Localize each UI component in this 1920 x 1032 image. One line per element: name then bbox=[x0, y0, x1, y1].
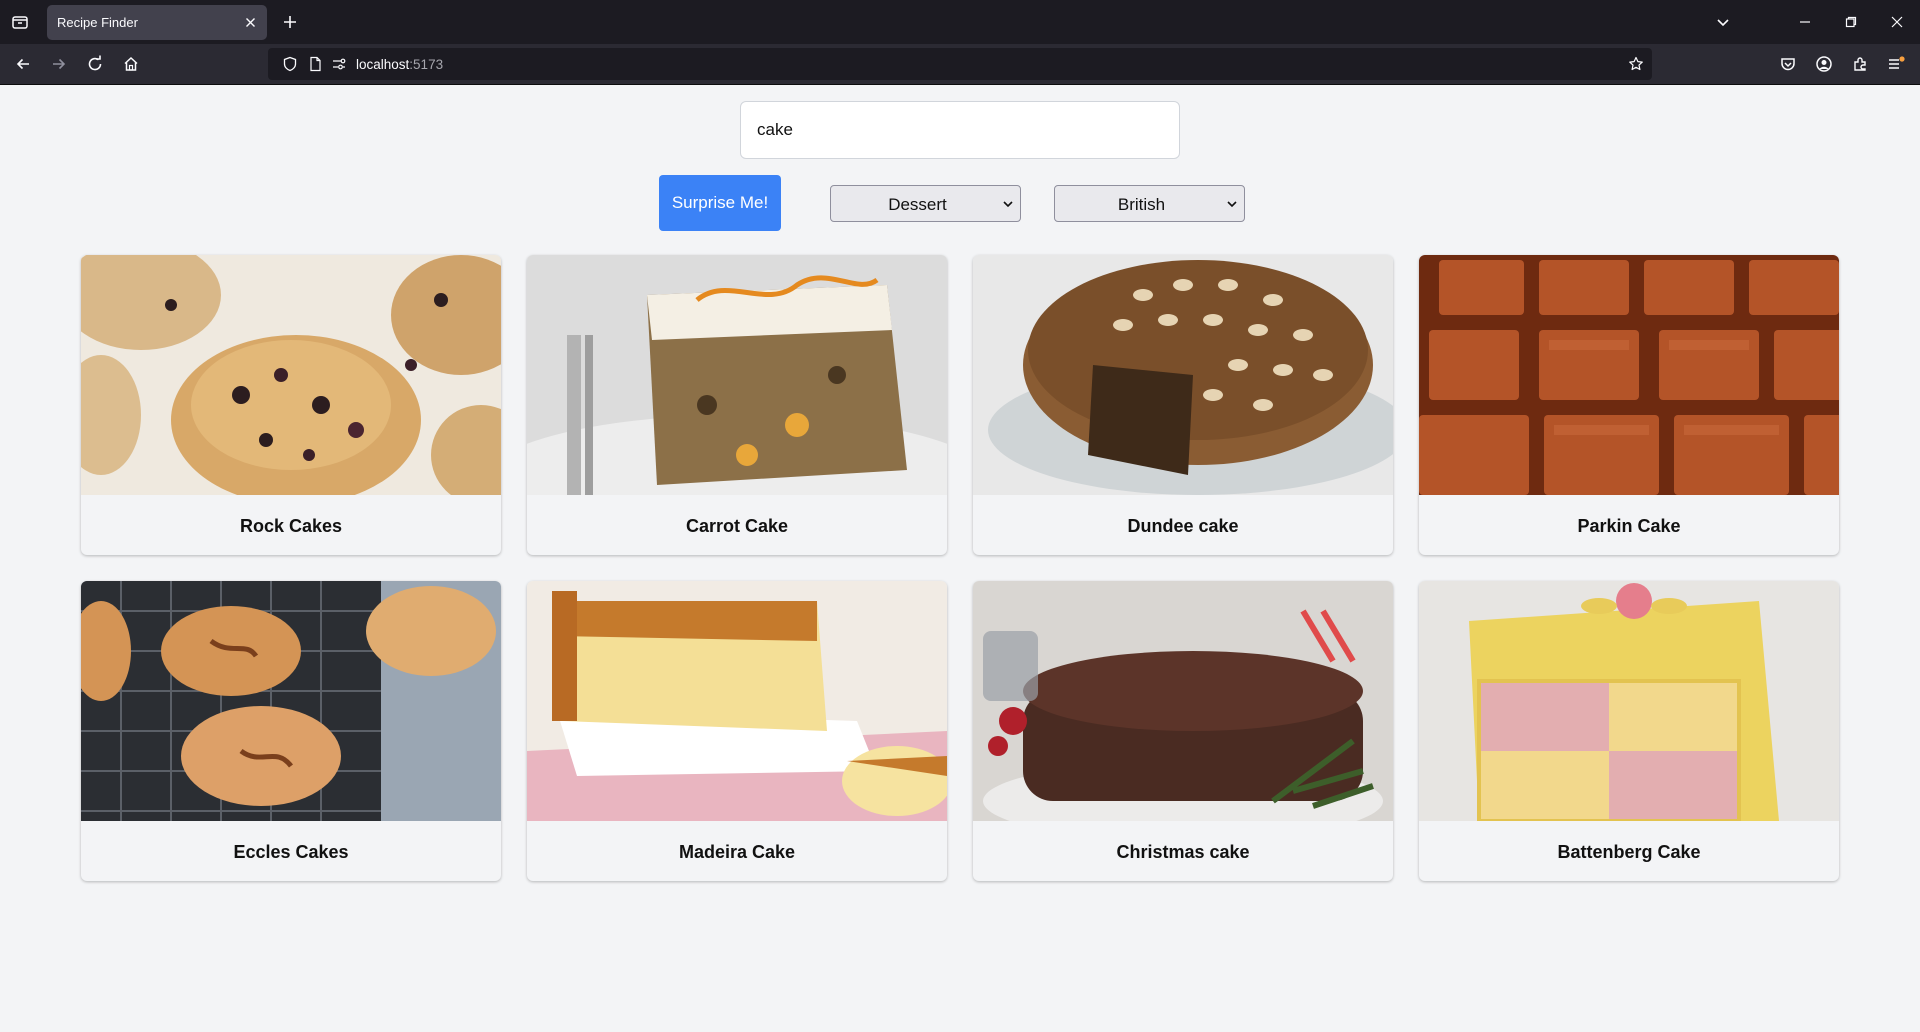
recipe-title: Rock Cakes bbox=[239, 516, 343, 536]
close-window-icon[interactable] bbox=[1887, 12, 1907, 32]
recipe-image bbox=[527, 255, 947, 495]
pocket-icon[interactable] bbox=[1778, 54, 1798, 74]
recipe-image bbox=[973, 581, 1393, 821]
browser-tab-bar: Recipe Finder bbox=[0, 0, 1920, 44]
tab-list-icon[interactable] bbox=[10, 12, 30, 32]
restore-icon[interactable] bbox=[1841, 12, 1861, 32]
category-select-value: Dessert bbox=[888, 195, 947, 214]
recipe-image bbox=[1419, 255, 1839, 495]
menu-icon[interactable] bbox=[1886, 54, 1906, 74]
recipe-card[interactable]: Madeira Cake bbox=[527, 581, 947, 881]
recipe-card[interactable]: Eccles Cakes bbox=[81, 581, 501, 881]
category-select[interactable]: Dessert bbox=[830, 185, 1021, 222]
surprise-me-button[interactable]: Surprise Me! bbox=[659, 175, 781, 231]
chevron-down-icon bbox=[1002, 199, 1014, 209]
recipe-title: Parkin Cake bbox=[1577, 516, 1681, 536]
recipe-card[interactable]: Parkin Cake bbox=[1419, 255, 1839, 555]
recipe-title: Christmas cake bbox=[1116, 842, 1250, 862]
recipe-title: Eccles Cakes bbox=[233, 842, 349, 862]
url-text: localhost:5173 bbox=[356, 57, 443, 72]
recipe-title: Battenberg Cake bbox=[1557, 842, 1701, 862]
recipe-card[interactable]: Dundee cake bbox=[973, 255, 1393, 555]
forward-icon[interactable] bbox=[49, 54, 69, 74]
bookmark-star-icon[interactable] bbox=[1628, 56, 1644, 72]
reload-icon[interactable] bbox=[85, 54, 105, 74]
area-select-value: British bbox=[1117, 195, 1166, 214]
page-icon bbox=[307, 56, 323, 72]
recipe-card[interactable]: Christmas cake bbox=[973, 581, 1393, 881]
close-tab-icon[interactable] bbox=[242, 14, 259, 31]
recipe-image bbox=[81, 581, 501, 821]
shield-icon[interactable] bbox=[282, 56, 298, 72]
account-icon[interactable] bbox=[1814, 54, 1834, 74]
home-icon[interactable] bbox=[121, 54, 141, 74]
recipe-card[interactable]: Battenberg Cake bbox=[1419, 581, 1839, 881]
permissions-icon[interactable] bbox=[331, 56, 347, 72]
recipe-image bbox=[1419, 581, 1839, 821]
search-input[interactable] bbox=[740, 101, 1180, 159]
back-icon[interactable] bbox=[13, 54, 33, 74]
chevron-down-icon bbox=[1226, 199, 1238, 209]
browser-nav-bar: localhost:5173 bbox=[0, 44, 1920, 85]
recipe-card[interactable]: Carrot Cake bbox=[527, 255, 947, 555]
recipe-title: Dundee cake bbox=[1127, 516, 1239, 536]
area-select[interactable]: British bbox=[1054, 185, 1245, 222]
recipe-title: Madeira Cake bbox=[678, 842, 796, 862]
recipe-card[interactable]: Rock Cakes bbox=[81, 255, 501, 555]
url-port: :5173 bbox=[409, 57, 444, 72]
extensions-icon[interactable] bbox=[1850, 54, 1870, 74]
recipe-image bbox=[81, 255, 501, 495]
browser-tab-active[interactable]: Recipe Finder bbox=[47, 5, 267, 40]
address-bar[interactable]: localhost:5173 bbox=[268, 48, 1652, 80]
url-host: localhost bbox=[356, 57, 410, 72]
tab-title: Recipe Finder bbox=[57, 15, 138, 30]
recipe-image bbox=[973, 255, 1393, 495]
new-tab-icon[interactable] bbox=[280, 12, 300, 32]
minimize-icon[interactable] bbox=[1795, 12, 1815, 32]
list-all-tabs-icon[interactable] bbox=[1713, 12, 1733, 32]
recipe-title: Carrot Cake bbox=[685, 516, 789, 536]
recipe-image bbox=[527, 581, 947, 821]
